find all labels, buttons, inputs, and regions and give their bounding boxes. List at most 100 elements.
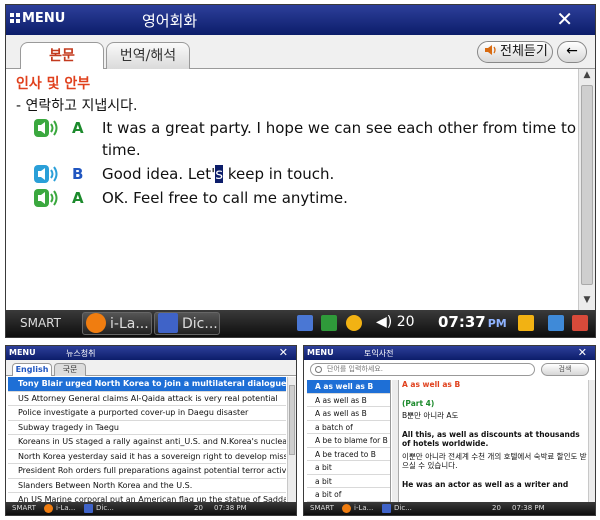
volume-control[interactable]: ◀) 20: [376, 314, 415, 330]
vertical-scrollbar[interactable]: [287, 377, 296, 502]
title-bar: MENU 영어회화 ✕: [6, 5, 595, 35]
word-detail: A as well as B (Part 4) B뿐만 아니라 A도 All t…: [402, 380, 587, 502]
speaker-label: B: [72, 165, 84, 183]
word-list-scrollbar[interactable]: [392, 380, 399, 502]
ilanguage-app-icon[interactable]: [342, 504, 351, 513]
dialogue-line: B Good idea. Let's keep in touch.: [16, 163, 578, 185]
vertical-scrollbar[interactable]: ▲ ▼: [578, 69, 595, 310]
tab-bar: English 국문: [6, 360, 296, 376]
listen-all-button[interactable]: 전체듣기: [477, 41, 553, 63]
list-item[interactable]: a bit of: [307, 488, 390, 502]
detail-example-ko: 이뿐만 아니라 전세계 수천 개의 호텔에서 숙박료 할인도 받으실 수 있습니…: [402, 451, 587, 471]
list-item[interactable]: Police investigate a purported cover-up …: [8, 406, 286, 421]
dictionary-app-icon: [158, 313, 178, 333]
window-title: 영어회화: [142, 12, 198, 30]
list-item[interactable]: Slanders Between North Korea and the U.S…: [8, 479, 286, 493]
network-icon[interactable]: [297, 315, 313, 331]
back-button[interactable]: ←: [557, 41, 587, 63]
app-label[interactable]: i-La...: [56, 504, 75, 512]
list-item[interactable]: President Roh orders full preparations a…: [8, 464, 286, 479]
list-item[interactable]: North Korea yesterday said it has a sove…: [8, 450, 286, 464]
menu-button[interactable]: MENU: [9, 348, 36, 357]
tab-translation[interactable]: 번역/해석: [106, 42, 190, 69]
detail-meaning: B뿐만 아니라 A도: [402, 411, 459, 420]
menu-label: MENU: [22, 11, 66, 26]
taskbar: SMART i-La... Dic... 20 07:38 PM: [304, 502, 595, 515]
window-title: 뉴스청취: [66, 349, 96, 358]
taskbar-app-ilanguage[interactable]: i-La...: [82, 312, 152, 335]
close-button[interactable]: ✕: [556, 7, 573, 31]
list-item[interactable]: A be to blame for B: [307, 434, 390, 448]
pen-icon[interactable]: [572, 315, 588, 331]
menu-button[interactable]: MENU: [10, 11, 65, 26]
list-item[interactable]: A as well as B: [307, 407, 390, 421]
detail-part: (Part 4): [402, 398, 435, 408]
list-item[interactable]: A be traced to B: [307, 448, 390, 461]
list-item[interactable]: a bit: [307, 475, 390, 488]
power-icon[interactable]: [518, 315, 534, 331]
volume-icon: ◀): [376, 314, 393, 330]
brightness-icon[interactable]: [346, 315, 362, 331]
tab-text[interactable]: 본문: [20, 42, 104, 70]
close-icon[interactable]: ✕: [279, 346, 288, 359]
text-after-selection: keep in touch.: [223, 165, 335, 183]
taskbar: SMART i-La... Dic... 20 07:38 PM: [6, 502, 296, 515]
list-item[interactable]: Tony Blair urged North Korea to join a m…: [8, 377, 286, 392]
detail-scrollbar[interactable]: [588, 380, 595, 502]
start-button[interactable]: SMART: [310, 504, 334, 512]
scroll-thumb[interactable]: [289, 385, 295, 455]
scroll-down-icon[interactable]: ▼: [579, 295, 595, 309]
app-label: Dic...: [182, 316, 218, 332]
volume-level[interactable]: 20: [194, 504, 203, 512]
tab-korean[interactable]: 국문: [54, 363, 86, 376]
start-button[interactable]: SMART: [20, 316, 61, 330]
volume-level[interactable]: 20: [492, 504, 501, 512]
list-item[interactable]: Subway tragedy in Taegu: [8, 421, 286, 435]
lesson-heading: 인사 및 안부: [16, 76, 91, 92]
dialogue-line: A It was a great party. I hope we can se…: [16, 117, 578, 161]
ilanguage-app-icon[interactable]: [44, 504, 53, 513]
title-bar: MENU 토익사전 ✕: [304, 346, 595, 360]
detail-example-en: He was an actor as well as a writer and: [402, 479, 569, 489]
dialogue-text: Good idea. Let's keep in touch.: [102, 163, 578, 185]
wireless-icon[interactable]: [321, 315, 337, 331]
app-label[interactable]: Dic...: [96, 504, 114, 512]
news-listening-window: MENU 뉴스청취 ✕ English 국문 Tony Blair urged …: [5, 345, 297, 516]
scroll-thumb[interactable]: [581, 85, 593, 285]
menu-grid-icon: [10, 13, 20, 23]
dictionary-app-icon[interactable]: [84, 504, 93, 513]
taskbar: SMART i-La... Dic... ◀) 20 07:37 PM: [6, 310, 595, 337]
close-icon[interactable]: ✕: [578, 346, 587, 359]
clock-ampm: PM: [487, 317, 507, 330]
list-item[interactable]: A as well as B: [307, 394, 390, 407]
app-label[interactable]: Dic...: [394, 504, 412, 512]
selected-text[interactable]: s: [215, 165, 224, 183]
english-conversation-window: MENU 영어회화 ✕ 본문 번역/해석 전체듣기 ← 인사 및 안부 - 연락…: [5, 4, 596, 338]
clock-time: 07:38 PM: [512, 504, 545, 512]
window-title: 토익사전: [364, 349, 394, 358]
list-item[interactable]: a batch of: [307, 421, 390, 434]
start-button[interactable]: SMART: [12, 504, 36, 512]
menu-button[interactable]: MENU: [307, 348, 334, 357]
list-item[interactable]: a bit: [307, 461, 390, 475]
app-label: i-La...: [110, 316, 149, 332]
scroll-up-icon[interactable]: ▲: [579, 70, 595, 84]
play-audio-icon[interactable]: [34, 188, 60, 208]
app-label[interactable]: i-La...: [354, 504, 373, 512]
play-audio-icon[interactable]: [34, 118, 60, 138]
listen-all-label: 전체듣기: [500, 44, 548, 59]
tab-english[interactable]: English: [12, 363, 52, 376]
keyboard-icon[interactable]: [548, 315, 564, 331]
news-list: Tony Blair urged North Korea to join a m…: [8, 377, 286, 508]
dictionary-app-icon[interactable]: [382, 504, 391, 513]
title-bar: MENU 뉴스청취 ✕: [6, 346, 296, 360]
play-audio-icon[interactable]: [34, 164, 60, 184]
search-button[interactable]: 검색: [541, 363, 589, 376]
list-item[interactable]: Koreans in US staged a rally against ant…: [8, 435, 286, 450]
list-item[interactable]: A as well as B: [307, 380, 390, 394]
dialogue-line: A OK. Feel free to call me anytime.: [16, 187, 578, 209]
taskbar-app-dictionary[interactable]: Dic...: [154, 312, 220, 335]
text-before-selection: Good idea. Let': [102, 165, 216, 183]
list-item[interactable]: US Attorney General claims Al-Qaida atta…: [8, 392, 286, 406]
search-input[interactable]: 단어를 입력하세요.: [310, 363, 535, 376]
